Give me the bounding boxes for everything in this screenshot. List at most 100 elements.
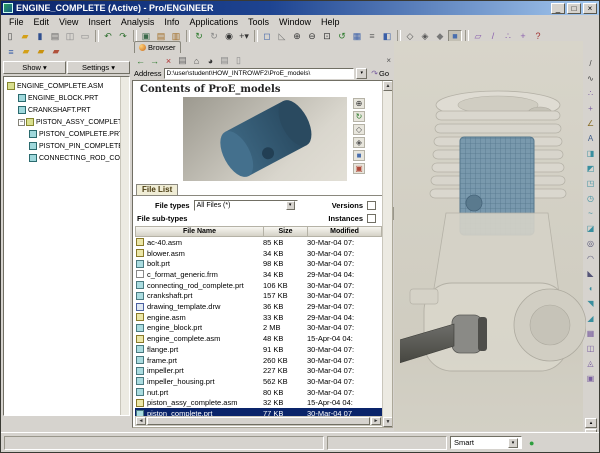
annotation-icon[interactable]: A (584, 132, 597, 145)
menu-info[interactable]: Info (159, 16, 184, 28)
file-row[interactable]: crankshaft.prt157 KB30-Mar-04 07: (135, 291, 382, 302)
custom-regenerate-button[interactable]: ↻ (207, 30, 221, 43)
tree-item[interactable]: −PISTON_ASSY_COMPLETE.ASM (4, 116, 129, 128)
select-mode-button[interactable]: +▾ (237, 30, 251, 43)
tree-item[interactable]: ENGINE_BLOCK.PRT (4, 92, 129, 104)
sketch-tool-icon[interactable]: ∠ (584, 117, 597, 130)
open-file-button[interactable]: ▰ (18, 30, 32, 43)
file-row[interactable]: impeller_housing.prt562 KB30-Mar-04 07: (135, 376, 382, 387)
file-row[interactable]: ac-40.asm85 KB30-Mar-04 07: (135, 237, 382, 248)
round-icon[interactable]: ◠ (584, 252, 597, 265)
address-dropdown-button[interactable]: ▾ (356, 68, 367, 79)
preview-reorient-button[interactable]: ↻ (353, 111, 365, 122)
tree-item[interactable]: PISTON_COMPLETE.PRT (4, 128, 129, 140)
view-manager-button[interactable]: ◧ (380, 30, 394, 43)
menu-insert[interactable]: Insert (83, 16, 116, 28)
shrinkwrap-icon[interactable]: ◩ (584, 162, 597, 175)
redo-button[interactable]: ↷ (116, 30, 130, 43)
hole-icon[interactable]: ◎ (584, 237, 597, 250)
search-folder-button[interactable]: ▰ (49, 45, 63, 58)
sketch-line-icon[interactable]: / (584, 57, 597, 70)
go-button[interactable]: ↷ Go (369, 69, 391, 78)
menu-window[interactable]: Window (274, 16, 316, 28)
maximize-button[interactable]: □ (567, 3, 581, 14)
preview-shaded-button[interactable]: ■ (353, 150, 365, 161)
file-row[interactable]: drawing_template.drw36 KB29-Mar-04 07: (135, 301, 382, 312)
menu-tools[interactable]: Tools (243, 16, 274, 28)
column-header-modified[interactable]: Modified (308, 227, 381, 236)
forward-button[interactable]: → (148, 55, 161, 67)
address-input[interactable]: D:\user\student\HOW_INTRO\WF2\ProE_model… (164, 68, 355, 79)
tree-item[interactable]: PISTON_PIN_COMPLETE.PRT (4, 140, 129, 152)
versions-checkbox[interactable] (367, 201, 376, 210)
file-row[interactable]: c_format_generic.frm34 KB29-Mar-04 04: (135, 269, 382, 280)
print-page-button[interactable]: ▤ (218, 55, 231, 67)
repaint-button[interactable]: ↺ (335, 30, 349, 43)
mirror-icon[interactable]: ◫ (584, 342, 597, 355)
file-row[interactable]: engine.asm33 KB29-Mar-04 04: (135, 312, 382, 323)
chamfer-icon[interactable]: ◣ (584, 267, 597, 280)
column-header-file-name[interactable]: File Name (136, 227, 264, 236)
history-button[interactable]: ◕ (204, 55, 217, 67)
new-file-button[interactable]: ▯ (3, 30, 17, 43)
revolve-icon[interactable]: ◷ (584, 192, 597, 205)
reload-button[interactable]: ▤ (176, 55, 189, 67)
datum-axis-icon[interactable]: + (584, 102, 597, 115)
show-button[interactable]: Show ▾ (3, 61, 66, 74)
zoom-out-button[interactable]: ⊖ (305, 30, 319, 43)
folder-browser-button[interactable]: ▰ (19, 45, 33, 58)
draft-icon[interactable]: ◢ (584, 312, 597, 325)
sweep-icon[interactable]: ~ (584, 207, 597, 220)
model-display-button[interactable]: ◻ (260, 30, 274, 43)
shell-icon[interactable]: ◖ (584, 282, 597, 295)
datum-display-button[interactable]: ◺ (275, 30, 289, 43)
copy-geometry-icon[interactable]: ◨ (584, 147, 597, 160)
file-row[interactable]: flange.prt91 KB30-Mar-04 07: (135, 344, 382, 355)
new-page-button[interactable]: ▯ (232, 55, 245, 67)
zoom-in-button[interactable]: ⊕ (290, 30, 304, 43)
scroll-left-icon[interactable]: ◄ (136, 417, 146, 425)
preview-wireframe-button[interactable]: ◇ (353, 124, 365, 135)
menu-file[interactable]: File (4, 16, 29, 28)
blend-icon[interactable]: ◪ (584, 222, 597, 235)
spin-up-icon[interactable]: ▴ (585, 418, 597, 428)
scroll-up-icon[interactable]: ▲ (383, 81, 393, 91)
extrude-icon[interactable]: ◳ (584, 177, 597, 190)
saved-views-button[interactable]: ▦ (350, 30, 364, 43)
layers-button[interactable]: ≡ (365, 30, 379, 43)
file-row[interactable]: nut.prt80 KB30-Mar-04 07: (135, 387, 382, 398)
file-row[interactable]: engine_block.prt2 MB30-Mar-04 07: (135, 323, 382, 334)
menu-help[interactable]: Help (316, 16, 345, 28)
find-button[interactable]: ◉ (222, 30, 236, 43)
hscroll-thumb[interactable] (147, 417, 370, 425)
scroll-down-icon[interactable]: ▼ (383, 417, 393, 427)
tree-item[interactable]: CRANKSHAFT.PRT (4, 104, 129, 116)
menu-applications[interactable]: Applications (184, 16, 243, 28)
file-row[interactable]: piston_assy_complete.asm32 KB15-Apr-04 0… (135, 398, 382, 409)
home-button[interactable]: ⌂ (190, 55, 203, 67)
preview-update-button[interactable]: ▣ (353, 163, 365, 174)
scroll-right-icon[interactable]: ► (371, 417, 381, 425)
tree-item[interactable]: CONNECTING_ROD_COMPLETE.PRT (4, 152, 129, 164)
datum-point-icon[interactable]: ∴ (584, 87, 597, 100)
undo-button[interactable]: ↶ (101, 30, 115, 43)
browser-tab[interactable]: Browser (134, 41, 181, 53)
print-button[interactable]: ▤ (48, 30, 62, 43)
file-row[interactable]: impeller.prt227 KB30-Mar-04 07: (135, 365, 382, 376)
close-button[interactable]: × (583, 3, 597, 14)
rib-icon[interactable]: ◥ (584, 297, 597, 310)
file-row[interactable]: frame.prt260 KB30-Mar-04 07: (135, 355, 382, 366)
minimize-button[interactable]: _ (551, 3, 565, 14)
file-row[interactable]: blower.asm34 KB30-Mar-04 07: (135, 248, 382, 259)
selection-filter-select[interactable]: Smart ▾ (450, 436, 522, 449)
graphics-viewport[interactable] (394, 41, 583, 431)
pattern-icon[interactable]: ▦ (584, 327, 597, 340)
model-tree-scrollbar[interactable] (120, 77, 129, 415)
tree-expander-icon[interactable]: − (18, 119, 25, 126)
file-row[interactable]: engine_complete.asm48 KB15-Apr-04 04: (135, 333, 382, 344)
file-list-hscrollbar[interactable]: ◄ ► (135, 416, 382, 426)
file-row[interactable]: connecting_rod_complete.prt106 KB30-Mar-… (135, 280, 382, 291)
working-directory-button[interactable]: ▰ (34, 45, 48, 58)
column-header-size[interactable]: Size (264, 227, 308, 236)
settings-button[interactable]: Settings ▾ (67, 61, 130, 74)
